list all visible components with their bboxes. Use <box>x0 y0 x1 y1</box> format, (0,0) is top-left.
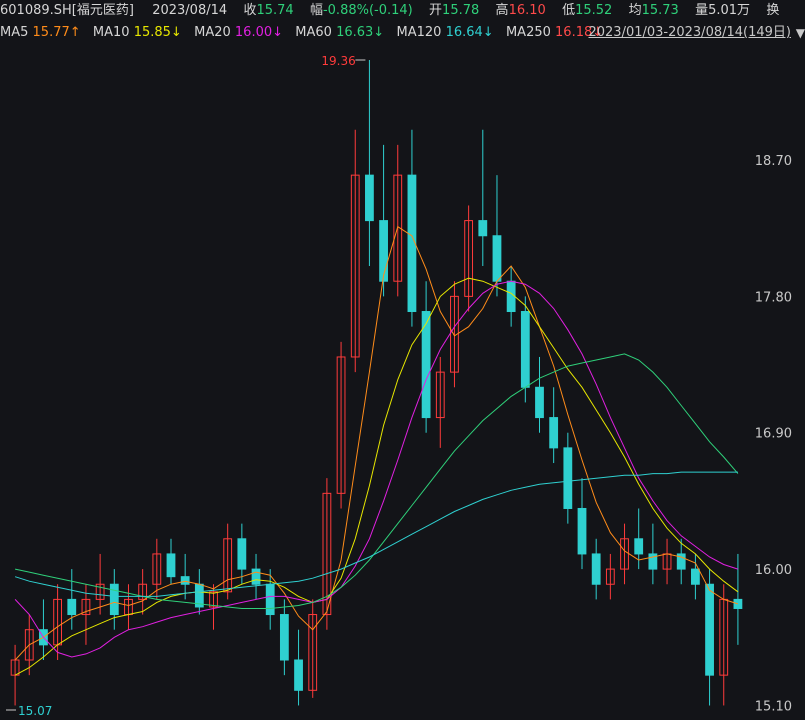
candle-body <box>634 538 644 555</box>
candle-body <box>294 659 303 691</box>
candle-body <box>733 598 743 609</box>
y-tick-label: 16.00 <box>755 563 792 578</box>
candle-body <box>705 583 714 676</box>
candle-body <box>237 538 247 570</box>
candle-body <box>379 220 388 282</box>
candle-body <box>180 576 190 585</box>
candle-body <box>520 311 530 388</box>
candle-body <box>563 447 573 509</box>
y-tick-label: 15.10 <box>755 699 792 714</box>
max-price-label: 19.36 <box>321 54 355 68</box>
candle-body <box>279 614 289 661</box>
candlestick-chart[interactable]: 18.70 17.80 16.90 16.00 15.10 19.36 15.07 <box>0 0 805 720</box>
candle-body <box>690 568 700 585</box>
ma120-line <box>14 471 738 597</box>
candle-body <box>365 174 374 222</box>
candle-body <box>67 598 77 616</box>
candle-body <box>251 568 261 585</box>
candle-body <box>577 507 587 555</box>
candle-body <box>591 553 601 585</box>
min-price-label: 15.07 <box>18 704 52 718</box>
y-tick-label: 18.70 <box>755 154 792 169</box>
ma20-line <box>14 280 739 658</box>
candle-body <box>478 220 488 237</box>
candle-body <box>109 583 119 616</box>
ma5-line <box>14 225 739 661</box>
candle-body <box>506 280 516 313</box>
candle-body <box>166 553 176 578</box>
y-tick-label: 17.80 <box>755 290 792 305</box>
ma10-line <box>14 277 739 676</box>
candle-body <box>492 235 502 282</box>
candle-body <box>549 417 559 449</box>
ma60-line <box>14 353 739 609</box>
candle-body <box>265 583 275 616</box>
y-tick-label: 16.90 <box>755 427 792 442</box>
candle-body <box>535 386 544 419</box>
